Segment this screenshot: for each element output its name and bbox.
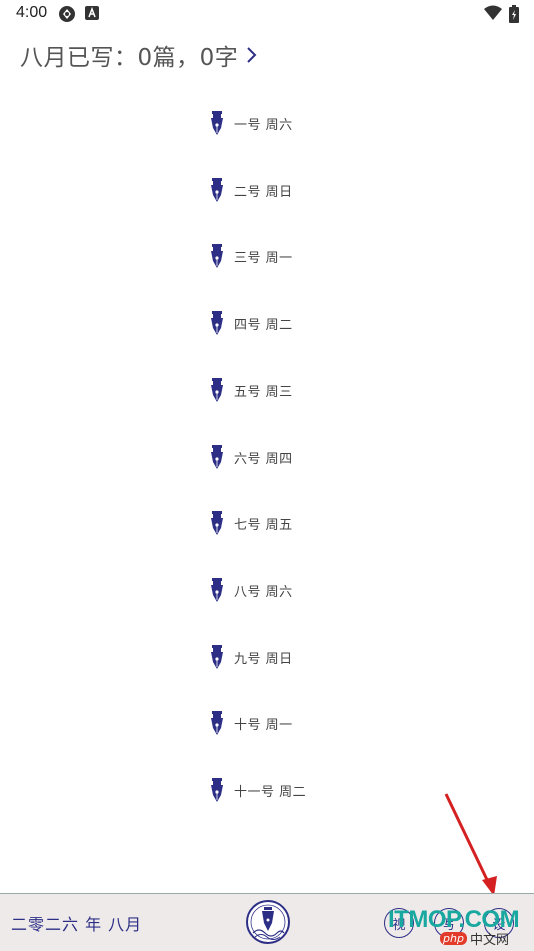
current-month-label[interactable]: 二零二六 年 八月 bbox=[11, 911, 142, 935]
day-item[interactable]: 二号 周日 bbox=[208, 178, 293, 202]
fountain-pen-icon bbox=[211, 311, 223, 335]
fountain-pen-icon bbox=[211, 178, 223, 202]
day-label: 三号 周一 bbox=[234, 250, 293, 266]
day-item[interactable]: 五号 周三 bbox=[208, 378, 293, 402]
fountain-pen-icon bbox=[211, 578, 223, 602]
fountain-pen-icon bbox=[211, 645, 223, 669]
fountain-pen-icon bbox=[211, 378, 223, 402]
fountain-pen-icon bbox=[211, 111, 223, 135]
day-item[interactable]: 八号 周六 bbox=[208, 578, 293, 602]
day-label: 六号 周四 bbox=[234, 451, 293, 467]
day-item[interactable]: 三号 周一 bbox=[208, 244, 293, 268]
day-item[interactable]: 十一号 周二 bbox=[208, 778, 306, 802]
day-item[interactable]: 一号 周六 bbox=[208, 111, 293, 135]
pen-seal-logo-icon[interactable] bbox=[245, 899, 291, 945]
day-item[interactable]: 六号 周四 bbox=[208, 445, 293, 469]
day-label: 十一号 周二 bbox=[234, 784, 307, 800]
watermark-cn: 中文网 bbox=[470, 933, 510, 948]
day-item[interactable]: 七号 周五 bbox=[208, 511, 293, 535]
status-time: 4:00 bbox=[16, 4, 48, 21]
month-summary-header[interactable]: 八月已写：0篇，0字 bbox=[20, 38, 258, 72]
day-label: 四号 周二 bbox=[234, 317, 293, 333]
chevron-right-icon bbox=[246, 46, 258, 64]
day-label: 二号 周日 bbox=[234, 184, 293, 200]
sync-icon bbox=[58, 5, 76, 27]
battery-icon bbox=[509, 5, 519, 27]
day-label: 一号 周六 bbox=[234, 117, 293, 133]
day-label: 九号 周日 bbox=[234, 651, 293, 667]
annotation-arrow-icon bbox=[444, 793, 497, 896]
status-bar: 4:00 bbox=[0, 0, 534, 28]
day-label: 五号 周三 bbox=[234, 384, 293, 400]
fountain-pen-icon bbox=[211, 711, 223, 735]
fountain-pen-icon bbox=[211, 445, 223, 469]
fountain-pen-icon bbox=[211, 778, 223, 802]
day-item[interactable]: 十号 周一 bbox=[208, 711, 293, 735]
app-notification-icon bbox=[84, 5, 100, 25]
month-summary-text: 八月已写：0篇，0字 bbox=[20, 45, 239, 71]
day-item[interactable]: 四号 周二 bbox=[208, 311, 293, 335]
fountain-pen-icon bbox=[211, 511, 223, 535]
wifi-icon bbox=[484, 5, 502, 25]
day-item[interactable]: 九号 周日 bbox=[208, 645, 293, 669]
fountain-pen-icon bbox=[211, 244, 223, 268]
day-label: 七号 周五 bbox=[234, 517, 293, 533]
watermark-php-badge: php bbox=[440, 932, 467, 945]
day-label: 八号 周六 bbox=[234, 584, 293, 600]
day-label: 十号 周一 bbox=[234, 717, 293, 733]
